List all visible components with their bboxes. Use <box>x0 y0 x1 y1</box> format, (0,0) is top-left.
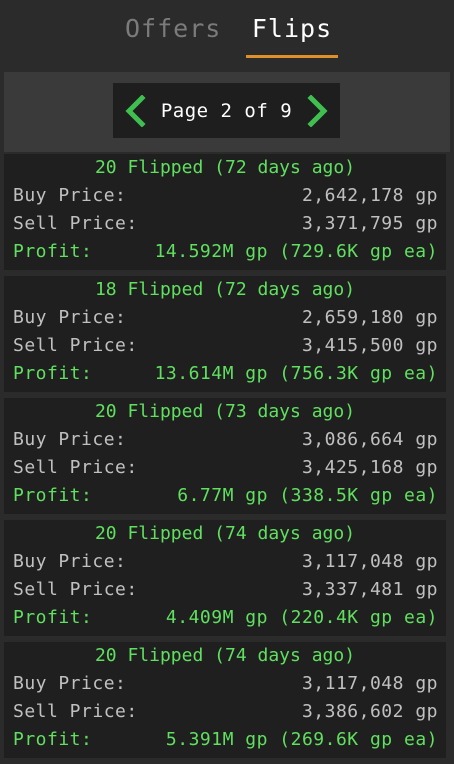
next-page-button[interactable] <box>296 83 340 138</box>
chevron-left-icon <box>125 94 146 127</box>
sell-price-row: Sell Price: 3,415,500 gp <box>13 332 438 358</box>
sell-price-label: Sell Price: <box>13 456 138 478</box>
prev-page-button[interactable] <box>113 83 157 138</box>
sell-price-value: 3,415,500 gp <box>301 334 438 356</box>
profit-label: Profit: <box>13 362 93 384</box>
profit-row: Profit: 6.77M gp (338.5K gp ea) <box>13 482 438 508</box>
profit-label: Profit: <box>13 484 93 506</box>
sell-price-label: Sell Price: <box>13 334 138 356</box>
buy-price-value: 3,117,048 gp <box>301 550 438 572</box>
flip-header: 20 Flipped (73 days ago) <box>94 401 356 422</box>
flip-header: 18 Flipped (72 days ago) <box>94 279 356 300</box>
sell-price-row: Sell Price: 3,371,795 gp <box>13 210 438 236</box>
profit-value: 4.409M gp (220.4K gp ea) <box>165 606 438 628</box>
flip-card: 20 Flipped (74 days ago) Buy Price: 3,117,… <box>4 642 446 758</box>
chevron-right-icon <box>307 94 328 127</box>
profit-value: 5.391M gp (269.6K gp ea) <box>165 728 438 750</box>
buy-price-row: Buy Price: 2,659,180 gp <box>13 304 438 330</box>
buy-price-value: 2,659,180 gp <box>301 306 438 328</box>
sell-price-value: 3,371,795 gp <box>301 212 438 234</box>
sell-price-label: Sell Price: <box>13 700 138 722</box>
buy-price-label: Buy Price: <box>13 184 127 206</box>
profit-label: Profit: <box>13 606 93 628</box>
flip-card: 20 Flipped (74 days ago) Buy Price: 3,117,… <box>4 520 446 636</box>
tab-offers[interactable]: Offers <box>125 14 220 58</box>
sell-price-label: Sell Price: <box>13 212 138 234</box>
profit-row: Profit: 5.391M gp (269.6K gp ea) <box>13 726 438 752</box>
sell-price-value: 3,425,168 gp <box>301 456 438 478</box>
flip-header: 20 Flipped (74 days ago) <box>94 645 356 666</box>
profit-value: 6.77M gp (338.5K gp ea) <box>177 484 438 506</box>
profit-value: 14.592M gp (729.6K gp ea) <box>154 240 438 262</box>
buy-price-label: Buy Price: <box>13 550 127 572</box>
buy-price-value: 3,117,048 gp <box>301 672 438 694</box>
flip-card: 18 Flipped (72 days ago) Buy Price: 2,659,… <box>4 276 446 392</box>
profit-label: Profit: <box>13 728 93 750</box>
sell-price-row: Sell Price: 3,386,602 gp <box>13 698 438 724</box>
flip-header: 20 Flipped (74 days ago) <box>94 523 356 544</box>
flip-card: 20 Flipped (73 days ago) Buy Price: 3,086,… <box>4 398 446 514</box>
tab-bar: Offers Flips <box>0 0 454 68</box>
sell-price-label: Sell Price: <box>13 578 138 600</box>
flip-card: 20 Flipped (72 days ago) Buy Price: 2,642,… <box>4 154 446 270</box>
buy-price-row: Buy Price: 3,086,664 gp <box>13 426 438 452</box>
page-label: Page 2 of 9 <box>160 99 293 122</box>
buy-price-label: Buy Price: <box>13 672 127 694</box>
sell-price-row: Sell Price: 3,425,168 gp <box>13 454 438 480</box>
profit-value: 13.614M gp (756.3K gp ea) <box>154 362 438 384</box>
flip-header: 20 Flipped (72 days ago) <box>94 157 356 178</box>
profit-label: Profit: <box>13 240 93 262</box>
profit-row: Profit: 4.409M gp (220.4K gp ea) <box>13 604 438 630</box>
buy-price-row: Buy Price: 2,642,178 gp <box>13 182 438 208</box>
pagination: Page 2 of 9 <box>113 83 340 138</box>
sell-price-row: Sell Price: 3,337,481 gp <box>13 576 438 602</box>
sell-price-value: 3,337,481 gp <box>301 578 438 600</box>
buy-price-label: Buy Price: <box>13 306 127 328</box>
sell-price-value: 3,386,602 gp <box>301 700 438 722</box>
buy-price-value: 3,086,664 gp <box>301 428 438 450</box>
scrollbar-track[interactable] <box>450 152 454 764</box>
tab-flips[interactable]: Flips <box>246 14 338 58</box>
buy-price-row: Buy Price: 3,117,048 gp <box>13 548 438 574</box>
buy-price-row: Buy Price: 3,117,048 gp <box>13 670 438 696</box>
pager-area: Page 2 of 9 <box>4 72 450 152</box>
buy-price-label: Buy Price: <box>13 428 127 450</box>
profit-row: Profit: 13.614M gp (756.3K gp ea) <box>13 360 438 386</box>
buy-price-value: 2,642,178 gp <box>301 184 438 206</box>
profit-row: Profit: 14.592M gp (729.6K gp ea) <box>13 238 438 264</box>
